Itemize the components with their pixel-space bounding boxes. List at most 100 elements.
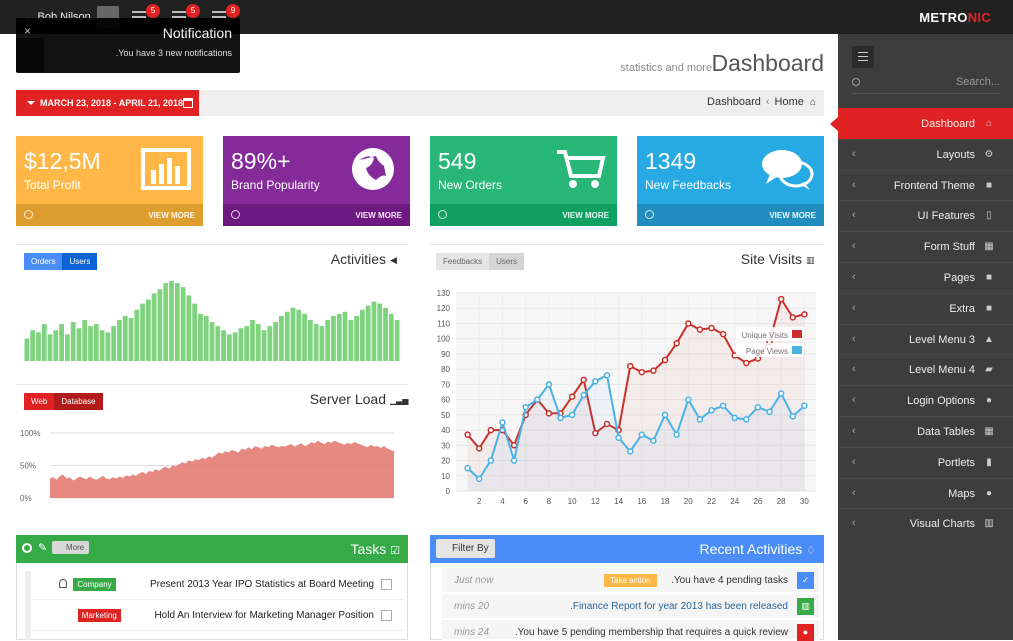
recent-activities-header: Filter By Recent Activities ♢ bbox=[430, 535, 824, 563]
activity-bar bbox=[226, 334, 232, 361]
legend-label: Page Views bbox=[746, 347, 788, 356]
data-point bbox=[487, 457, 495, 464]
search-input[interactable]: Search... bbox=[956, 76, 1000, 88]
view-more-link[interactable]: VIEW MORE bbox=[16, 204, 203, 226]
x-tick-label: 2 bbox=[477, 497, 482, 506]
task-checkbox[interactable] bbox=[381, 579, 392, 590]
sidebar-item-label: Visual Charts bbox=[909, 518, 975, 531]
data-point bbox=[603, 371, 611, 379]
server-load-portlet: Web Database Server Load ▁▃▅ 100% 50% 0% bbox=[16, 384, 408, 510]
date-range-label: MARCH 23, 2018 - APRIL 21, 2018 bbox=[40, 98, 184, 108]
tab-users[interactable]: Users bbox=[62, 253, 98, 270]
data-point bbox=[719, 402, 727, 409]
activity-bar bbox=[383, 307, 388, 361]
activity-row[interactable]: Just now .You have 4 pending tasks Take ac… bbox=[442, 568, 820, 593]
activity-bar bbox=[157, 289, 163, 361]
tab-database[interactable]: Database bbox=[54, 393, 103, 410]
close-icon[interactable]: × bbox=[24, 24, 31, 38]
data-point bbox=[719, 330, 727, 338]
filter-by-button[interactable]: Filter By bbox=[436, 539, 495, 558]
sidebar-item-label: Pages bbox=[943, 271, 975, 284]
activity-row[interactable]: mins 20 .Finance Report for year 2013 has… bbox=[442, 594, 820, 619]
view-more-label: VIEW MORE bbox=[562, 211, 609, 220]
tab-web[interactable]: Web bbox=[24, 393, 55, 410]
activity-time: Just now bbox=[454, 575, 494, 586]
breadcrumb: Dashboard ‹ Home ⌂ bbox=[707, 96, 816, 108]
activity-bar bbox=[342, 311, 348, 361]
sidebar-item-extra[interactable]: ‹ Extra ■ bbox=[838, 292, 1013, 324]
take-action-button[interactable]: Take action bbox=[604, 574, 657, 587]
view-more-link[interactable]: VIEW MORE bbox=[637, 204, 824, 226]
activity-bar bbox=[111, 326, 117, 361]
x-tick-label: 20 bbox=[684, 497, 693, 506]
data-point bbox=[522, 403, 529, 411]
chevron-left-icon: ‹ bbox=[852, 240, 856, 253]
refresh-icon[interactable] bbox=[22, 543, 32, 553]
data-point bbox=[777, 295, 785, 303]
data-point bbox=[801, 311, 808, 318]
sidebar-item-level-menu-4[interactable]: ‹ Level Menu 4 ▰ bbox=[838, 354, 1013, 385]
activity-bar bbox=[59, 324, 64, 361]
sidebar-item-data-tables[interactable]: ‹ Data Tables ▦ bbox=[838, 415, 1013, 447]
data-point bbox=[615, 434, 622, 441]
more-button[interactable]: More bbox=[52, 541, 90, 554]
sidebar-item-form-stuff[interactable]: ‹ Form Stuff ▦ bbox=[838, 231, 1013, 262]
sidebar-item-layouts[interactable]: ‹ Layouts ⚙ bbox=[838, 138, 1013, 170]
data-point bbox=[731, 414, 738, 422]
tasks-badge: 9 bbox=[226, 4, 240, 18]
activities-tabs: Orders Users bbox=[24, 253, 98, 270]
sidebar-item-login-options[interactable]: ‹ Login Options ● bbox=[838, 385, 1013, 416]
wrench-icon[interactable]: ✎ bbox=[38, 541, 47, 554]
activity-bar bbox=[319, 326, 325, 361]
site-visits-chart: 01020304050607080901001101201302 4 6 8 10 12 1… bbox=[437, 289, 816, 506]
activity-bar bbox=[198, 313, 203, 361]
sidebar-item-portlets[interactable]: ‹ Portlets ▮ bbox=[838, 446, 1013, 478]
task-checkbox[interactable] bbox=[381, 610, 392, 621]
sidebar-item-level-menu-3[interactable]: ‹ Level Menu 3 ▲ bbox=[838, 323, 1013, 355]
sidebar-item-pages[interactable]: ‹ Pages ■ bbox=[838, 261, 1013, 293]
sidebar-item-ui-features[interactable]: ‹ UI Features ▯ bbox=[838, 200, 1013, 231]
inbox-badge: 5 bbox=[186, 4, 200, 18]
data-point bbox=[464, 431, 471, 438]
logo[interactable]: METRONIC bbox=[919, 10, 991, 25]
x-tick-label: 16 bbox=[637, 497, 646, 506]
data-point bbox=[580, 391, 587, 399]
activity-bar bbox=[250, 320, 255, 361]
breadcrumb-home[interactable]: Home bbox=[775, 96, 804, 108]
data-point bbox=[638, 431, 646, 438]
sidebar-item-frontend-theme[interactable]: ‹ Frontend Theme ■ bbox=[838, 169, 1013, 201]
tab-feedbacks[interactable]: Feedbacks bbox=[436, 253, 490, 270]
sidebar-toggle[interactable] bbox=[852, 46, 874, 68]
activity-bar bbox=[238, 328, 244, 361]
sidebar-item-visual-charts[interactable]: ‹ Visual Charts ▥ bbox=[838, 508, 1013, 539]
activity-bar bbox=[88, 326, 93, 361]
date-range-button[interactable]: MARCH 23, 2018 - APRIL 21, 2018 bbox=[16, 90, 199, 116]
activity-row[interactable]: mins 24 .You have 5 pending membership th… bbox=[442, 620, 820, 641]
site-visits-tabs: Feedbacks Users bbox=[436, 253, 525, 270]
chevron-left-icon: ‹ bbox=[852, 394, 856, 407]
view-more-link[interactable]: VIEW MORE bbox=[430, 204, 617, 226]
activity-bar bbox=[174, 283, 180, 361]
sidebar-item-label: Frontend Theme bbox=[893, 179, 975, 192]
x-tick-label: 26 bbox=[753, 497, 762, 506]
chevron-left-icon: ‹ bbox=[852, 424, 856, 437]
user-icon: ● bbox=[797, 624, 814, 641]
view-more-label: VIEW MORE bbox=[769, 211, 816, 220]
activity-bar bbox=[261, 330, 267, 361]
sidebar-item-maps[interactable]: ‹ Maps ● bbox=[838, 477, 1013, 509]
activity-bar bbox=[360, 309, 365, 361]
activity-bar bbox=[209, 322, 215, 361]
home-icon: ⌂ bbox=[809, 97, 816, 108]
tile-value: $12,5M bbox=[24, 148, 101, 174]
sidebar-search[interactable]: Search... bbox=[852, 76, 1000, 94]
data-point bbox=[650, 437, 657, 444]
activity-bar bbox=[192, 303, 198, 361]
tab-orders[interactable]: Orders bbox=[24, 253, 63, 270]
sidebar-item-dashboard[interactable]: Dashboard ⌂ bbox=[830, 108, 1013, 139]
tab-users[interactable]: Users bbox=[489, 253, 525, 270]
signal-icon: ▁▃▅ bbox=[390, 396, 409, 405]
activity-bar bbox=[203, 315, 209, 361]
file-icon: ▮ bbox=[986, 456, 992, 468]
x-tick-label: 14 bbox=[614, 497, 623, 506]
view-more-link[interactable]: VIEW MORE bbox=[223, 204, 410, 226]
